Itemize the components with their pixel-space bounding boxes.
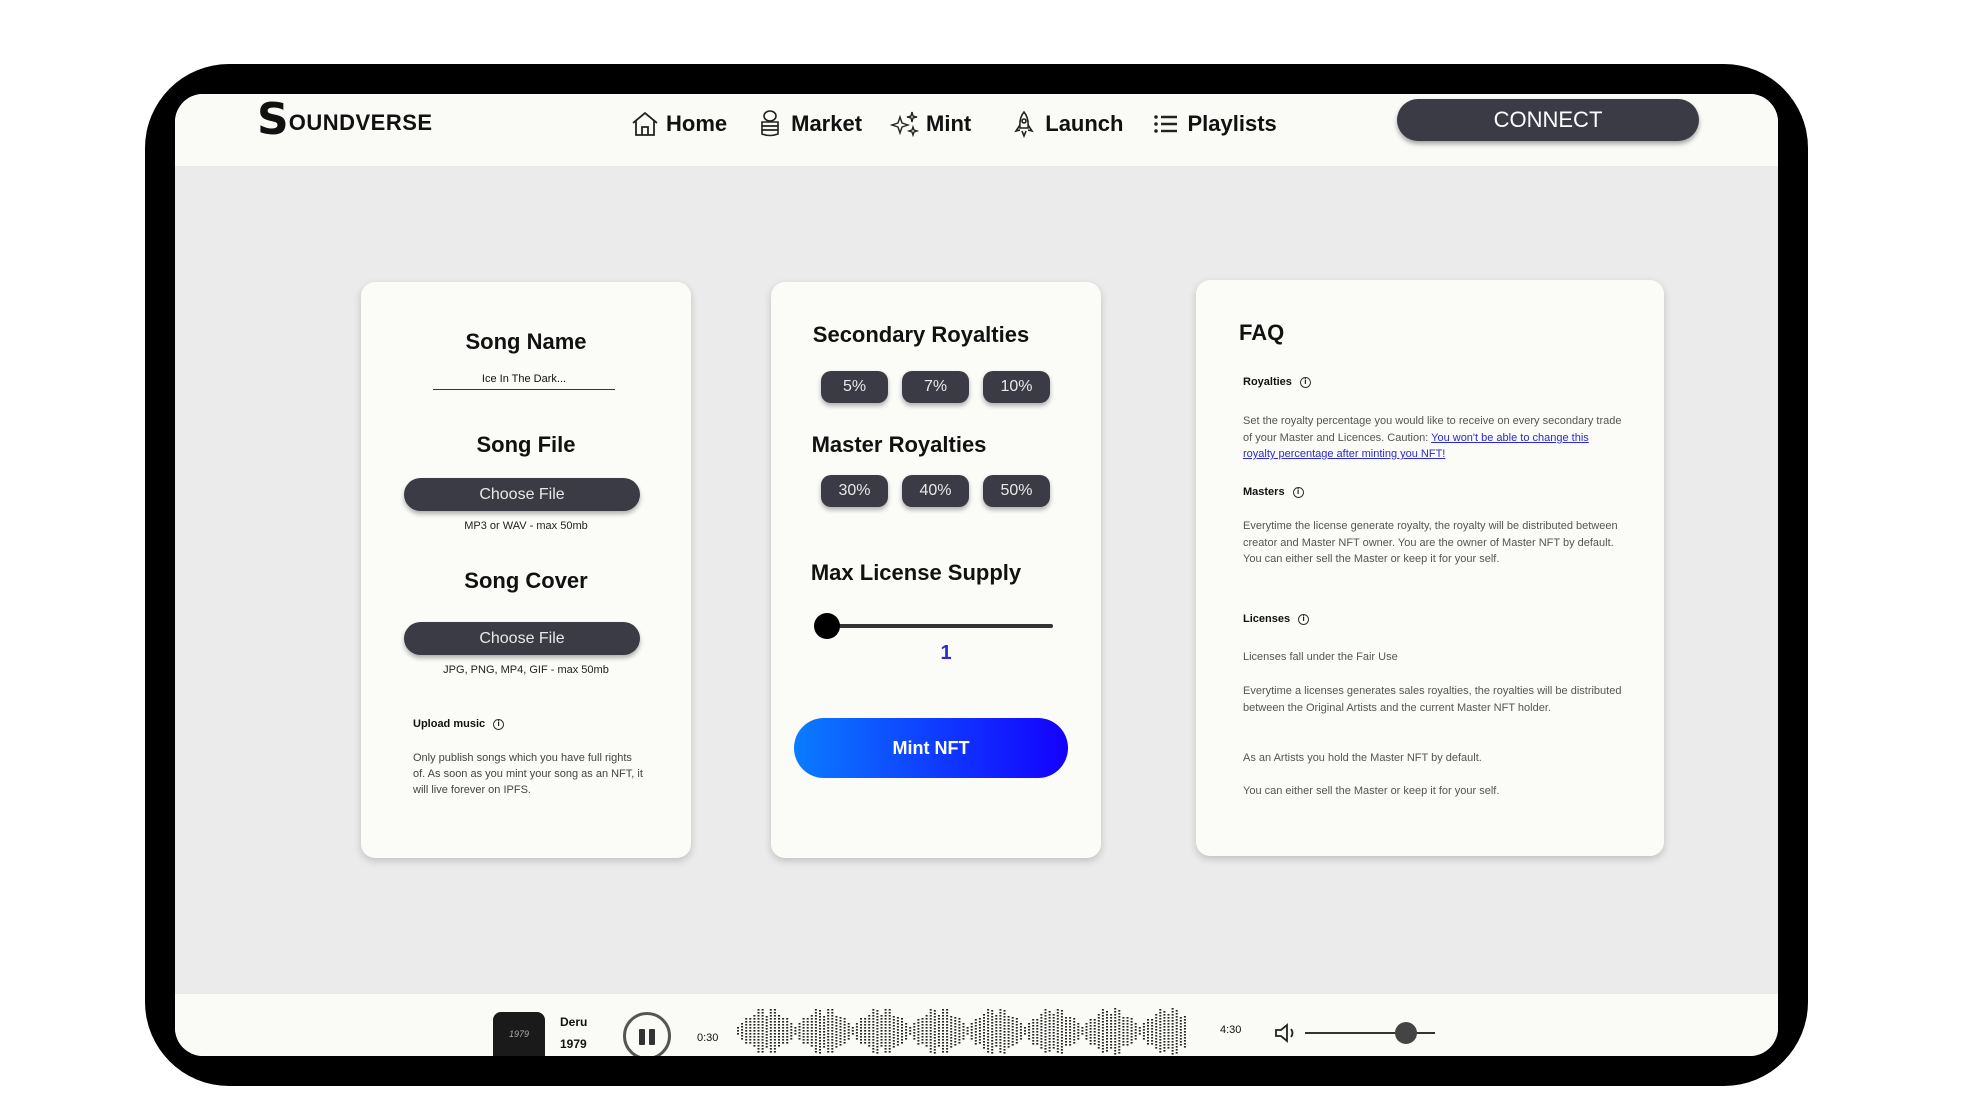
secondary-royalty-7[interactable]: 7% <box>902 371 969 403</box>
secondary-royalty-5[interactable]: 5% <box>821 371 888 403</box>
volume-slider[interactable] <box>1305 1022 1435 1044</box>
slider-thumb[interactable] <box>814 613 840 639</box>
nav-market-label: Market <box>791 111 863 136</box>
nav-home-label: Home <box>666 111 728 136</box>
master-royalty-50[interactable]: 50% <box>983 475 1050 507</box>
volume-icon[interactable] <box>1273 1021 1303 1045</box>
song-file-choose-button[interactable]: Choose File <box>404 478 640 511</box>
info-icon[interactable]: i <box>493 718 505 730</box>
faq-title: FAQ <box>1239 320 1285 345</box>
nav-home[interactable]: Home <box>630 109 727 139</box>
pause-icon-bar-right <box>649 1029 655 1045</box>
tablet-frame: S OUNDVERSE Home Market Mint Launch Play… <box>145 64 1808 1086</box>
waveform-seekbar[interactable] <box>735 1006 1190 1056</box>
license-supply-slider[interactable] <box>814 613 1053 639</box>
faq-royalties-heading: Royalties i <box>1243 376 1311 388</box>
song-file-hint: MP3 or WAV - max 50mb <box>464 520 588 532</box>
upload-music-title: Upload music <box>413 718 486 730</box>
list-icon <box>1154 115 1178 133</box>
nav-mint[interactable]: Mint <box>890 109 971 139</box>
faq-masters-title: Masters <box>1243 486 1285 498</box>
faq-licenses-title: Licenses <box>1243 613 1291 625</box>
music-player-bar: 1979 Deru 1979 0:30 4:30 <box>175 994 1778 1056</box>
faq-royalties-title: Royalties <box>1243 376 1292 388</box>
faq-card: FAQ Royalties i Set the royalty percenta… <box>1196 280 1664 856</box>
song-name-title: Song Name <box>465 329 587 354</box>
connect-wallet-button[interactable]: CONNECT <box>1397 99 1699 141</box>
faq-licenses-text-2: Everytime a licenses generates sales roy… <box>1243 685 1622 714</box>
upload-card: Song Name Song File Choose File MP3 or W… <box>361 282 691 858</box>
app-screen: S OUNDVERSE Home Market Mint Launch Play… <box>175 94 1778 1056</box>
current-time: 0:30 <box>697 1032 719 1044</box>
faq-licenses-text-1: Licenses fall under the Fair Use <box>1243 651 1398 663</box>
soundverse-logo[interactable]: S OUNDVERSE <box>257 94 433 145</box>
nav-mint-label: Mint <box>926 111 972 136</box>
total-time: 4:30 <box>1220 1024 1242 1036</box>
faq-royalties-text: Set the royalty percentage you would lik… <box>1243 413 1623 463</box>
upload-music-heading: Upload music i <box>413 718 505 730</box>
logo-text: OUNDVERSE <box>288 110 433 135</box>
rocket-icon <box>1014 110 1035 139</box>
sparkles-icon <box>890 111 920 138</box>
pause-icon-bar-left <box>639 1029 645 1045</box>
faq-masters-heading: Masters i <box>1243 486 1304 498</box>
coins-icon <box>761 110 779 137</box>
track-artist: Deru <box>560 1015 588 1029</box>
album-cover[interactable]: 1979 <box>493 1012 545 1056</box>
top-navbar: S OUNDVERSE Home Market Mint Launch Play… <box>175 94 1778 166</box>
song-cover-hint: JPG, PNG, MP4, GIF - max 50mb <box>443 664 609 676</box>
nav-launch-label: Launch <box>1045 111 1124 136</box>
nav-market[interactable]: Market <box>755 109 862 139</box>
secondary-royalty-options: 5% 7% 10% <box>821 371 1050 403</box>
master-royalty-30[interactable]: 30% <box>821 475 888 507</box>
nav-playlists-label: Playlists <box>1187 111 1277 136</box>
nav-launch[interactable]: Launch <box>1009 109 1123 139</box>
song-file-title: Song File <box>476 432 576 457</box>
secondary-royalty-10[interactable]: 10% <box>983 371 1050 403</box>
faq-masters-text: Everytime the license generate royalty, … <box>1243 520 1618 565</box>
master-royalty-options: 30% 40% 50% <box>821 475 1050 507</box>
master-royalties-title: Master Royalties <box>811 432 987 457</box>
main-nav: Home Market Mint Launch Playlists <box>630 104 1277 144</box>
license-supply-value: 1 <box>940 642 952 664</box>
faq-licenses-text-4: You can either sell the Master or keep i… <box>1243 785 1500 797</box>
nav-playlists[interactable]: Playlists <box>1151 109 1277 139</box>
info-icon[interactable]: i <box>1299 376 1311 388</box>
secondary-royalties-title: Secondary Royalties <box>812 322 1030 347</box>
track-title: 1979 <box>560 1037 587 1051</box>
logo-s-glyph: S <box>257 94 289 145</box>
royalties-card: Secondary Royalties 5% 7% 10% Master Roy… <box>771 282 1101 858</box>
info-icon[interactable]: i <box>1298 613 1310 625</box>
faq-licenses-heading: Licenses i <box>1243 613 1310 625</box>
song-cover-choose-button[interactable]: Choose File <box>404 622 640 655</box>
mint-nft-button[interactable]: Mint NFT <box>794 718 1068 778</box>
song-cover-title: Song Cover <box>464 568 588 593</box>
info-icon[interactable]: i <box>1292 486 1304 498</box>
home-icon <box>632 111 658 136</box>
faq-licenses-text-3: As an Artists you hold the Master NFT by… <box>1243 752 1482 764</box>
volume-slider-thumb[interactable] <box>1395 1022 1418 1044</box>
upload-music-text: Only publish songs which you have full r… <box>413 752 643 796</box>
song-name-input[interactable] <box>433 371 615 390</box>
max-license-supply-title: Max License Supply <box>810 560 1022 585</box>
pause-button[interactable] <box>623 1012 671 1056</box>
master-royalty-40[interactable]: 40% <box>902 475 969 507</box>
